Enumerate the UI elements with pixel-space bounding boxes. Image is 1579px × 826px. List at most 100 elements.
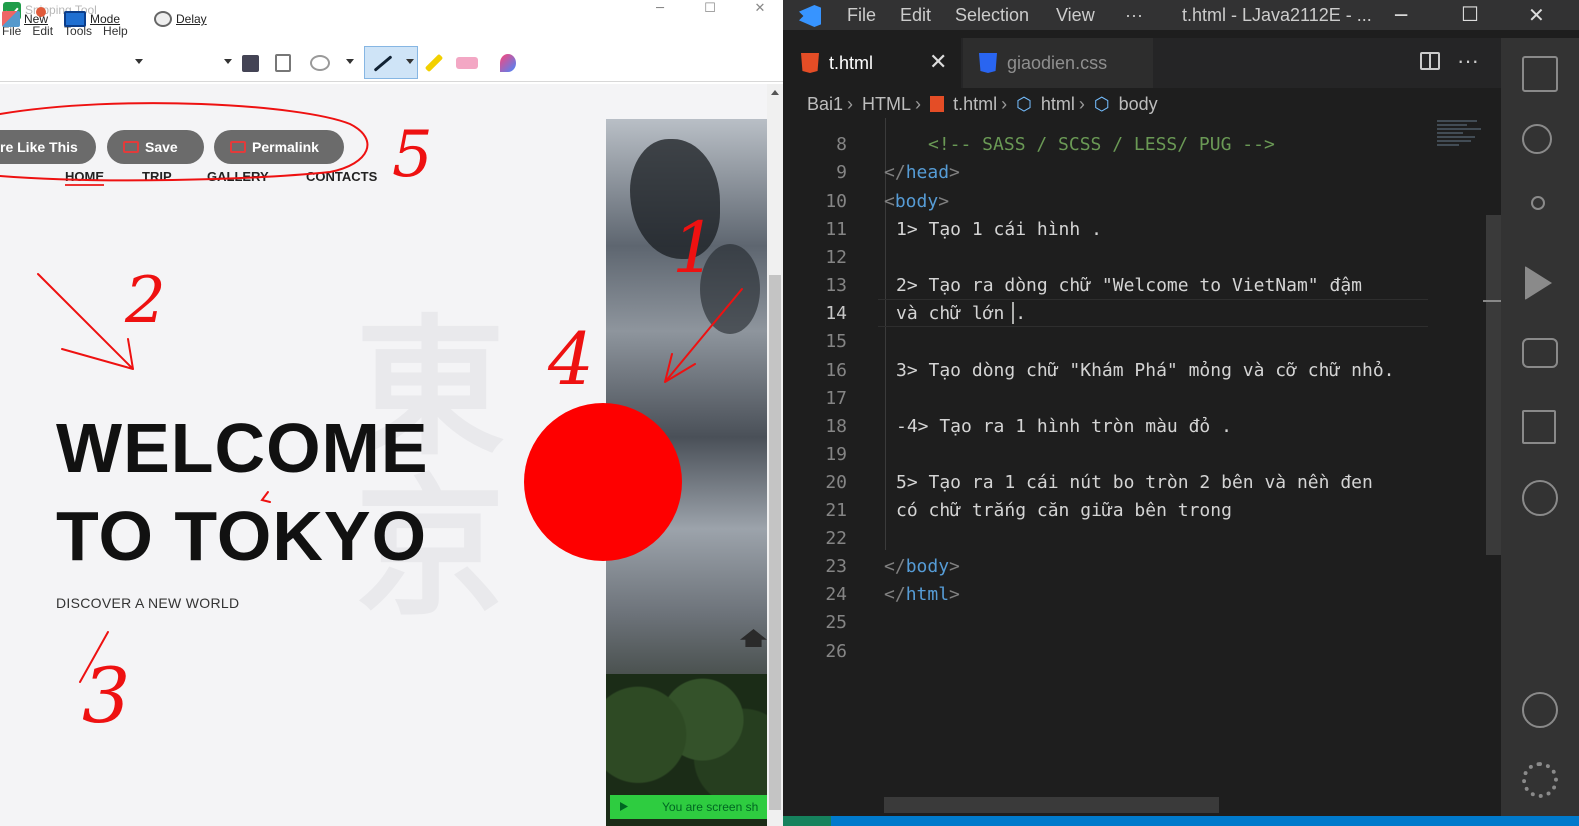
delay-label: Delay: [176, 12, 207, 26]
scroll-up-arrow-icon[interactable]: [771, 90, 779, 95]
code-line[interactable]: 5> Tạo ra 1 cái nút bo tròn 2 bên và nền…: [896, 472, 1373, 493]
html5-icon: [801, 53, 819, 73]
breadcrumb-item[interactable]: body: [1119, 94, 1158, 114]
nav-contacts[interactable]: CONTACTS: [306, 169, 377, 184]
line-number: 23: [825, 556, 847, 577]
minimize-button[interactable]: ─: [1395, 3, 1407, 27]
code-line[interactable]: </body>: [884, 556, 960, 577]
delay-dropdown-arrow-icon[interactable]: [224, 59, 232, 64]
line-number: 20: [825, 472, 847, 493]
line-number: 25: [825, 612, 847, 633]
hero-heading-line2: TO TOKYO: [56, 497, 428, 575]
account-icon[interactable]: [1522, 692, 1558, 728]
source-control-icon[interactable]: [1531, 196, 1545, 210]
send-snip-icon[interactable]: [310, 52, 330, 74]
menu-view[interactable]: View: [1056, 5, 1095, 26]
hero-heading: WELCOME TO TOKYO: [56, 404, 429, 580]
code-line[interactable]: <body>: [884, 191, 949, 212]
link-icon: [230, 141, 246, 153]
line-number: 22: [825, 528, 847, 549]
horizontal-scrollbar-thumb[interactable]: [884, 797, 1219, 813]
menu-edit[interactable]: Edit: [900, 5, 931, 26]
pen-dropdown-arrow-icon[interactable]: [406, 59, 414, 64]
remote-explorer-icon[interactable]: [1522, 338, 1558, 368]
nav-home[interactable]: HOME: [65, 169, 104, 186]
explorer-icon[interactable]: [1522, 56, 1558, 92]
breadcrumb-item[interactable]: t.html: [953, 94, 997, 114]
mode-button[interactable]: Mode: [64, 8, 120, 30]
split-editor-icon[interactable]: [1420, 52, 1440, 70]
hero-heading-line1: WELCOME: [56, 409, 429, 487]
close-tab-icon[interactable]: ✕: [929, 50, 947, 75]
code-line[interactable]: có chữ trắng căn giữa bên trong: [896, 500, 1232, 521]
code-line[interactable]: và chữ lớn .: [896, 303, 1026, 324]
run-debug-icon[interactable]: [1525, 266, 1552, 300]
text-cursor: [1012, 302, 1014, 324]
minimap[interactable]: [1437, 118, 1485, 168]
highlighter-icon[interactable]: [424, 52, 444, 74]
cursor-position-marker: [1483, 300, 1501, 302]
code-line[interactable]: </html>: [884, 584, 960, 605]
delay-button[interactable]: Delay: [154, 8, 207, 30]
save-label: Save: [145, 139, 178, 155]
menu-selection[interactable]: Selection: [955, 5, 1029, 26]
maximize-button[interactable]: ☐: [687, 0, 733, 22]
menu-more[interactable]: ···: [1125, 5, 1143, 26]
close-button[interactable]: ✕: [737, 0, 783, 22]
new-snip-button[interactable]: New: [2, 8, 48, 30]
editor-tabs: t.html ✕ giaodien.css: [783, 38, 1501, 88]
copy-icon[interactable]: [275, 52, 291, 74]
code-line[interactable]: 3> Tạo dòng chữ "Khám Phá" mỏng và cỡ ch…: [896, 360, 1395, 381]
save-button[interactable]: Save: [107, 130, 204, 164]
save-snip-icon[interactable]: [242, 52, 259, 74]
editor-scrollbar-thumb[interactable]: [1486, 215, 1501, 555]
element-cube-icon: ⬡: [1016, 94, 1032, 114]
tab-giaodien-css[interactable]: giaodien.css: [963, 38, 1153, 88]
send-dropdown-arrow-icon[interactable]: [346, 59, 354, 64]
code-line[interactable]: -4> Tạo ra 1 hình tròn màu đỏ .: [896, 416, 1232, 437]
breadcrumb-item[interactable]: html: [1041, 94, 1075, 114]
line-number: 9: [836, 162, 847, 183]
menu-file[interactable]: File: [847, 5, 876, 26]
breadcrumb: Bai1 › HTML › t.html › ⬡ html › ⬡ body: [807, 94, 1158, 114]
tab-label: giaodien.css: [1007, 52, 1108, 73]
breadcrumb-item[interactable]: HTML: [862, 94, 911, 114]
code-line[interactable]: 1> Tạo 1 cái hình .: [896, 219, 1102, 240]
vscode-logo-icon: [799, 5, 821, 27]
close-button[interactable]: ✕: [1528, 3, 1545, 27]
paint3d-icon[interactable]: [500, 52, 516, 74]
extensions-icon[interactable]: [1522, 410, 1556, 444]
code-line[interactable]: </head>: [884, 162, 960, 183]
scrollbar-thumb[interactable]: [769, 275, 781, 810]
more-actions-icon[interactable]: ···: [1457, 48, 1479, 74]
gear-icon[interactable]: [1522, 762, 1558, 798]
github-icon[interactable]: [1522, 480, 1558, 516]
new-label: New: [24, 12, 49, 26]
remote-indicator[interactable]: [783, 816, 831, 826]
line-number: 19: [825, 444, 847, 465]
code-line[interactable]: 2> Tạo ra dòng chữ "Welcome to VietNam" …: [896, 275, 1362, 296]
tab-label: t.html: [829, 52, 874, 73]
nav-trip[interactable]: TRIP: [142, 169, 172, 184]
screen-share-banner[interactable]: You are screen sh: [610, 795, 767, 819]
line-number: 15: [825, 331, 847, 352]
line-number: 18: [825, 416, 847, 437]
permalink-button[interactable]: Permalink: [214, 130, 344, 164]
breadcrumb-item[interactable]: Bai1: [807, 94, 843, 114]
line-number: 24: [825, 584, 847, 605]
minimize-button[interactable]: ─: [637, 0, 683, 22]
nav-gallery[interactable]: GALLERY: [207, 169, 269, 184]
css3-icon: [979, 53, 997, 73]
code-line[interactable]: <!-- SASS / SCSS / LESS/ PUG -->: [928, 134, 1275, 155]
maximize-button[interactable]: ☐: [1461, 2, 1479, 26]
vscode-window: File Edit Selection View ··· t.html - LJ…: [783, 0, 1579, 826]
activity-bar: [1501, 38, 1579, 826]
like-button[interactable]: re Like This: [0, 130, 96, 164]
search-icon[interactable]: [1522, 124, 1552, 154]
tab-t-html[interactable]: t.html ✕: [783, 38, 961, 88]
eraser-icon[interactable]: [456, 52, 478, 74]
mode-dropdown-arrow-icon[interactable]: [135, 59, 143, 64]
line-number: 11: [825, 219, 847, 240]
line-number: 10: [825, 191, 847, 212]
element-cube-icon: ⬡: [1093, 94, 1110, 114]
